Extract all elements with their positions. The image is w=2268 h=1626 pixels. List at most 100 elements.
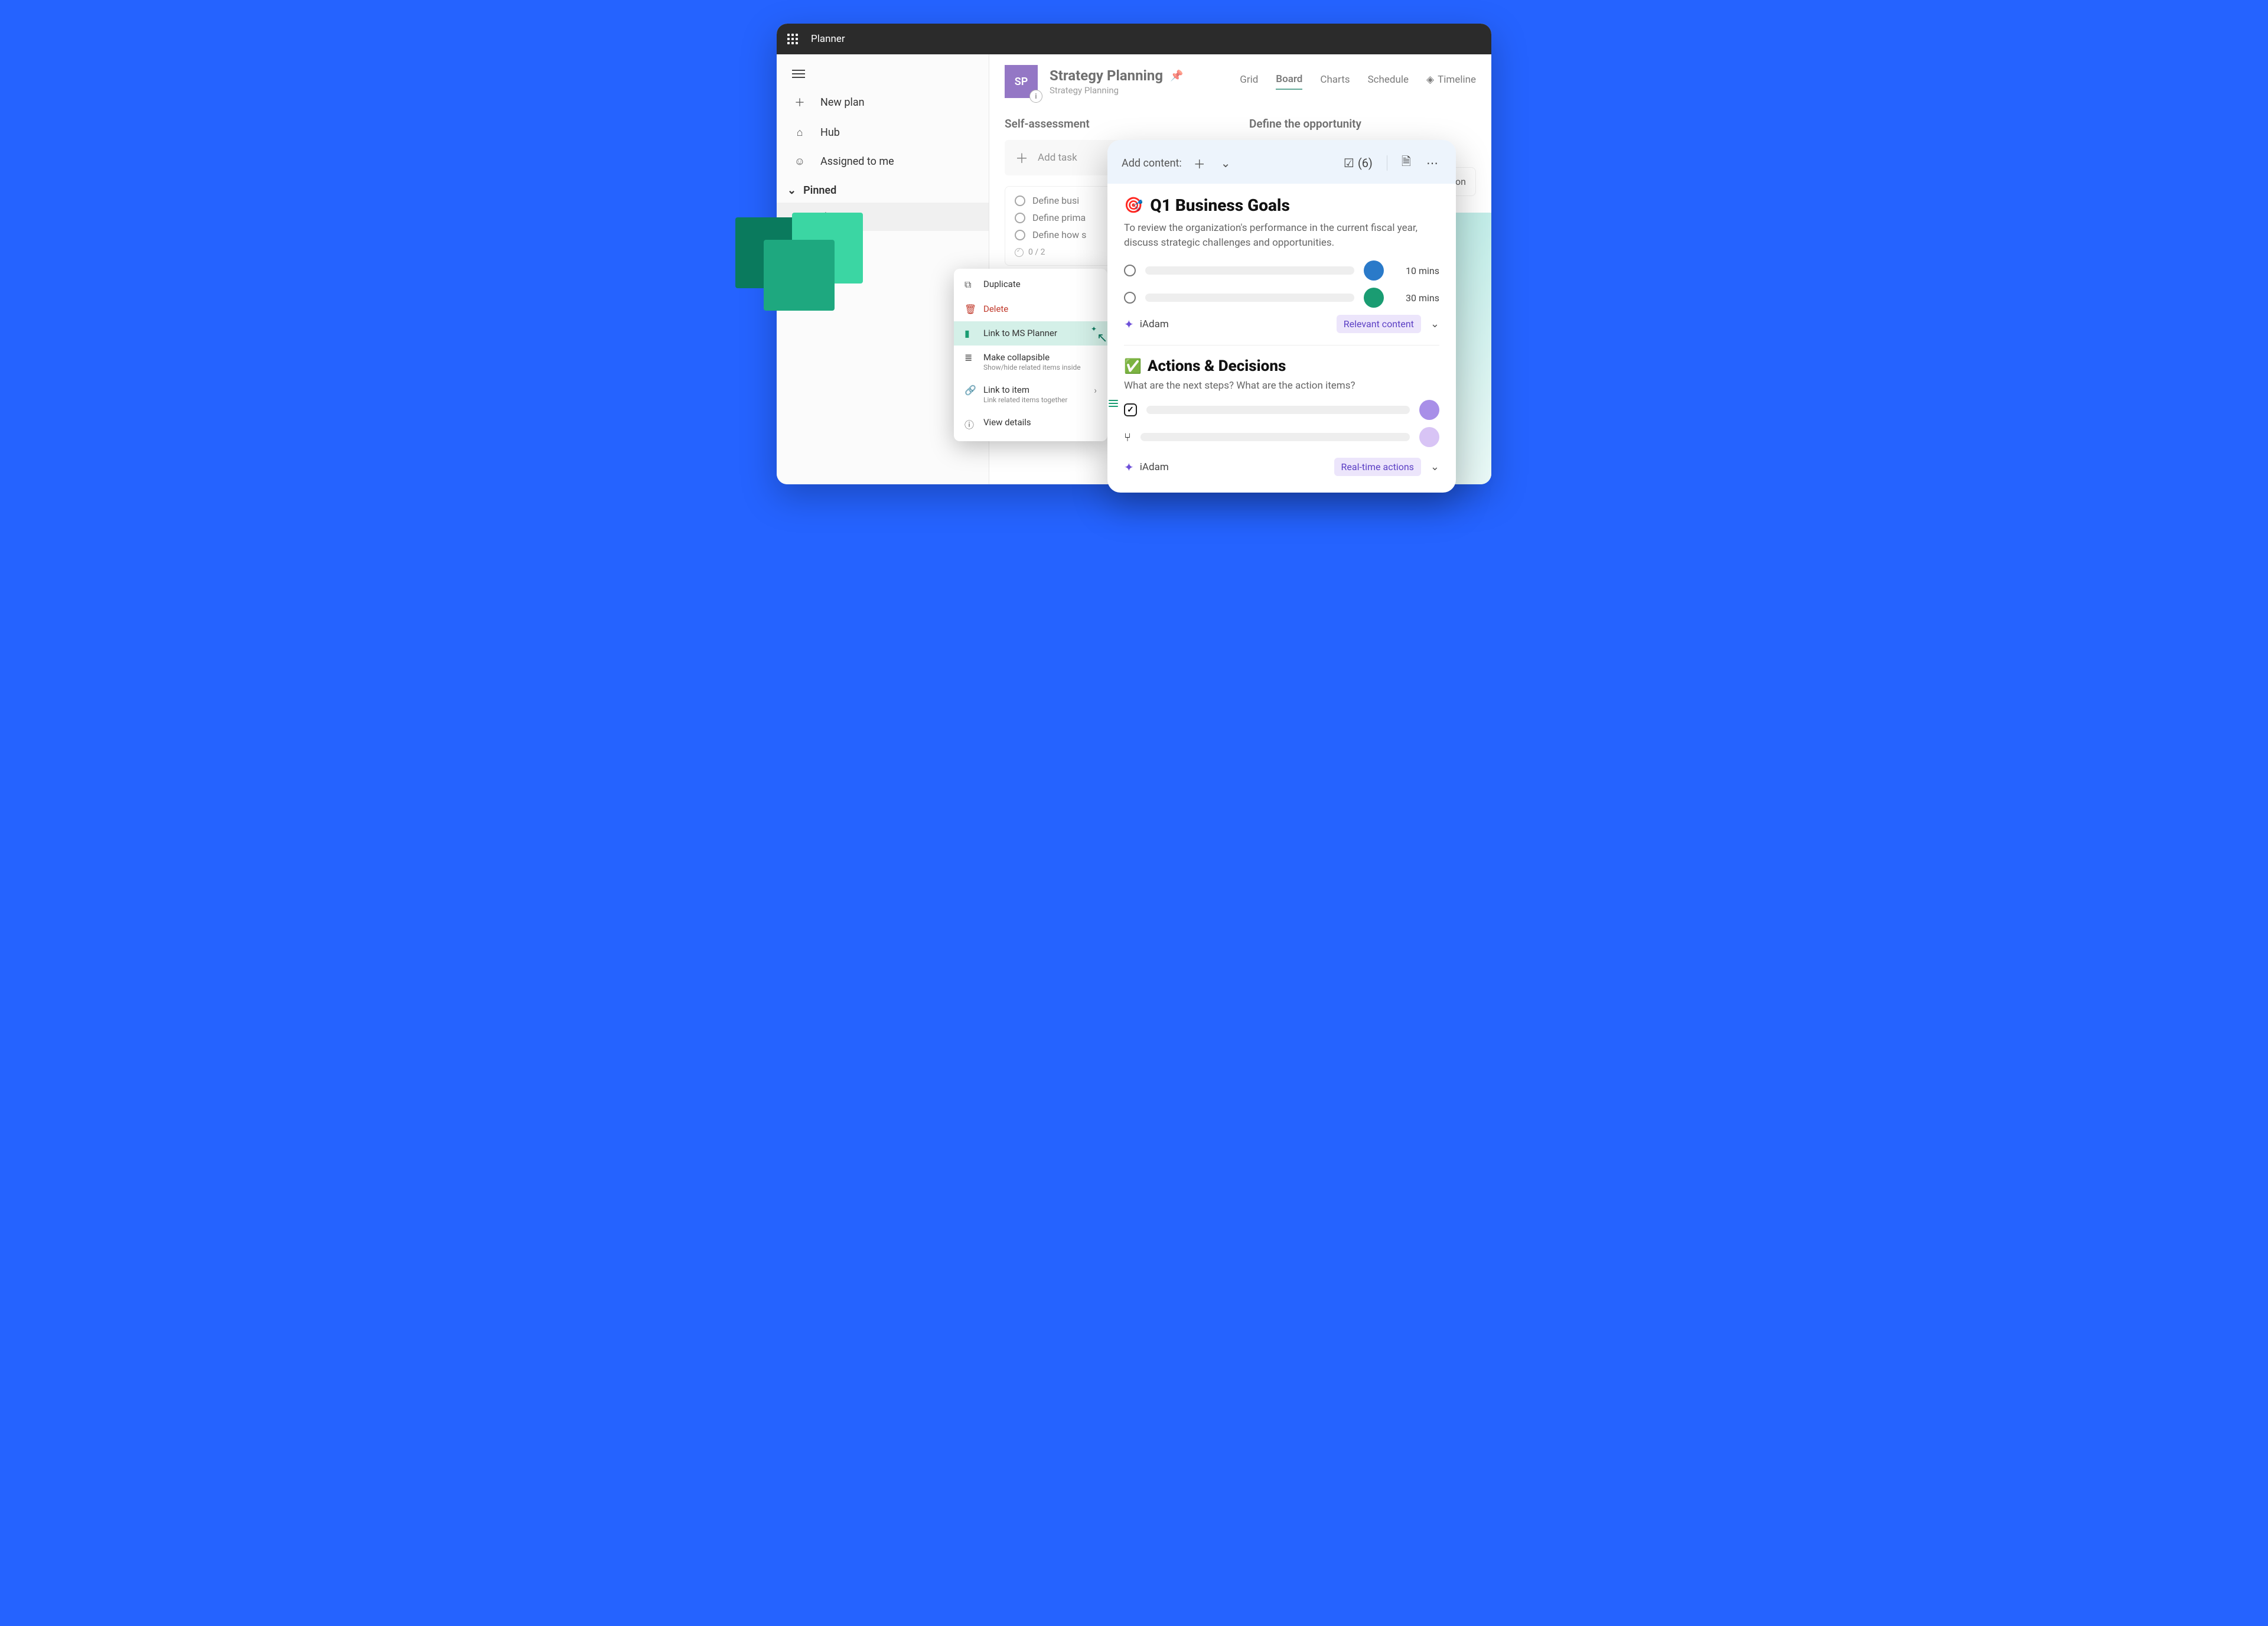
add-content-label: Add content: — [1122, 157, 1182, 170]
home-icon: ⌂ — [793, 126, 806, 139]
tab-board[interactable]: Board — [1276, 73, 1302, 90]
menu-duplicate[interactable]: ⧉ Duplicate — [954, 272, 1107, 297]
menu-toggle-button[interactable] — [777, 61, 989, 86]
menu-delete[interactable]: 🗑 Delete — [954, 297, 1107, 321]
assigned-label: Assigned to me — [820, 155, 894, 168]
chevron-down-icon[interactable]: ⌄ — [1430, 318, 1439, 330]
drag-handle-icon[interactable] — [1109, 400, 1118, 407]
text-placeholder — [1145, 266, 1354, 275]
pinned-section-header[interactable]: ⌄ Pinned — [777, 176, 989, 203]
status-circle-icon[interactable] — [1124, 292, 1136, 304]
column-title: Define the opportunity — [1249, 112, 1476, 140]
cursor-pointer-icon: ✦↖ — [1097, 331, 1107, 346]
add-content-button[interactable]: ＋ — [1190, 152, 1209, 174]
plan-subtitle: Strategy Planning — [1050, 85, 1184, 96]
agenda-item[interactable]: 30 mins — [1124, 288, 1439, 308]
plan-header: SP i Strategy Planning 📌 Strategy Planni… — [989, 54, 1491, 109]
status-circle-icon[interactable] — [1124, 265, 1136, 276]
pinned-header-label: Pinned — [803, 184, 836, 197]
sparkle-icon: ✦ — [1124, 317, 1134, 331]
tab-charts[interactable]: Charts — [1320, 74, 1350, 89]
menu-link-planner[interactable]: ▮ Link to MS Planner — [954, 321, 1107, 346]
diamond-icon: ◈ — [1426, 74, 1434, 86]
duration-label: 10 mins — [1393, 265, 1439, 276]
tab-grid[interactable]: Grid — [1240, 74, 1258, 89]
avatar[interactable] — [1419, 427, 1439, 447]
hub-button[interactable]: ⌂ Hub — [777, 118, 989, 147]
popup-title: Q1 Business Goals — [1150, 195, 1289, 215]
popup-toolbar: Add content: ＋ ⌄ ☑ (6) 🗎 ⋯ — [1107, 140, 1456, 175]
menu-view-details[interactable]: ⓘ View details — [954, 410, 1107, 438]
sparkle-icon: ✦ — [1124, 460, 1134, 474]
agenda-item[interactable]: 10 mins — [1124, 260, 1439, 281]
text-placeholder — [1146, 406, 1410, 414]
plan-title: Strategy Planning — [1050, 67, 1163, 84]
app-launcher-icon[interactable] — [787, 34, 798, 44]
hub-label: Hub — [820, 126, 840, 139]
progress-text: 0 / 2 — [1028, 247, 1045, 257]
chevron-down-icon[interactable]: ⌄ — [1217, 154, 1234, 172]
menu-link-item[interactable]: 🔗 Link to itemLink related items togethe… — [954, 378, 1107, 410]
action-item[interactable]: ⑂ — [1124, 427, 1439, 447]
text-placeholder — [1140, 433, 1410, 441]
avatar[interactable] — [1419, 400, 1439, 420]
realtime-actions-chip[interactable]: Real-time actions — [1334, 458, 1421, 476]
task-text: Define prima — [1032, 212, 1086, 223]
duration-label: 30 mins — [1393, 292, 1439, 304]
content-popup: Add content: ＋ ⌄ ☑ (6) 🗎 ⋯ 🎯 Q1 Business… — [1107, 140, 1456, 493]
menu-make-collapsible[interactable]: ≣ Make collapsibleShow/hide related item… — [954, 346, 1107, 378]
plus-icon: ＋ — [1015, 148, 1028, 167]
task-text: Define how s — [1032, 229, 1086, 240]
plus-icon: ＋ — [793, 95, 806, 110]
iadam-label: iAdam — [1140, 461, 1169, 473]
context-menu: ⧉ Duplicate 🗑 Delete ▮ Link to MS Planne… — [954, 269, 1107, 441]
checklist-count-button[interactable]: ☑ (6) — [1340, 154, 1376, 172]
action-item[interactable]: ✓ — [1124, 400, 1439, 420]
hamburger-icon — [792, 70, 805, 78]
lock-document-icon[interactable]: 🗎 — [1398, 151, 1415, 175]
tab-timeline[interactable]: ◈Timeline — [1426, 74, 1476, 89]
person-icon: ☺ — [793, 155, 806, 168]
info-icon: ⓘ — [964, 417, 975, 431]
add-task-label: Add task — [1038, 152, 1077, 164]
checkbox-icon[interactable]: ✓ — [1124, 403, 1137, 416]
iadam-label: iAdam — [1140, 318, 1169, 330]
section-description: What are the next steps? What are the ac… — [1124, 380, 1439, 392]
avatar[interactable] — [1364, 260, 1384, 281]
tab-schedule[interactable]: Schedule — [1368, 74, 1409, 89]
decision-fork-icon: ⑂ — [1124, 430, 1131, 444]
trash-icon: 🗑 — [964, 304, 975, 315]
chevron-right-icon: › — [1094, 384, 1097, 396]
link-icon: 🔗 — [964, 384, 975, 396]
collapse-icon: ≣ — [964, 352, 975, 363]
ms-planner-logo — [735, 213, 877, 354]
text-placeholder — [1145, 294, 1354, 302]
assigned-to-me-button[interactable]: ☺ Assigned to me — [777, 147, 989, 176]
checklist-icon: ☑ — [1344, 156, 1354, 170]
checklist-progress-icon — [1015, 248, 1024, 257]
status-circle-icon[interactable] — [1015, 230, 1025, 240]
chevron-down-icon[interactable]: ⌄ — [1430, 461, 1439, 473]
checklist-count: (6) — [1358, 156, 1373, 170]
more-options-icon[interactable]: ⋯ — [1423, 154, 1442, 172]
task-text: Define busi — [1032, 195, 1079, 206]
app-title: Planner — [811, 33, 845, 45]
view-tabs: Grid Board Charts Schedule ◈Timeline — [1240, 73, 1476, 90]
target-emoji-icon: 🎯 — [1124, 197, 1143, 214]
duplicate-icon: ⧉ — [964, 279, 975, 291]
avatar[interactable] — [1364, 288, 1384, 308]
check-emoji-icon: ✅ — [1124, 358, 1142, 374]
chevron-down-icon: ⌄ — [787, 184, 796, 197]
status-circle-icon[interactable] — [1015, 213, 1025, 223]
pin-icon[interactable]: 📌 — [1170, 70, 1183, 82]
planner-icon: ▮ — [964, 328, 975, 339]
popup-description: To review the organization's performance… — [1124, 221, 1439, 250]
new-plan-button[interactable]: ＋ New plan — [777, 86, 989, 118]
info-icon[interactable]: i — [1029, 90, 1042, 103]
plan-avatar-initials: SP — [1015, 76, 1028, 88]
relevant-content-chip[interactable]: Relevant content — [1337, 315, 1421, 333]
status-circle-icon[interactable] — [1015, 195, 1025, 206]
new-plan-label: New plan — [820, 96, 865, 109]
column-title: Self-assessment — [1005, 112, 1231, 140]
divider — [1124, 345, 1439, 346]
